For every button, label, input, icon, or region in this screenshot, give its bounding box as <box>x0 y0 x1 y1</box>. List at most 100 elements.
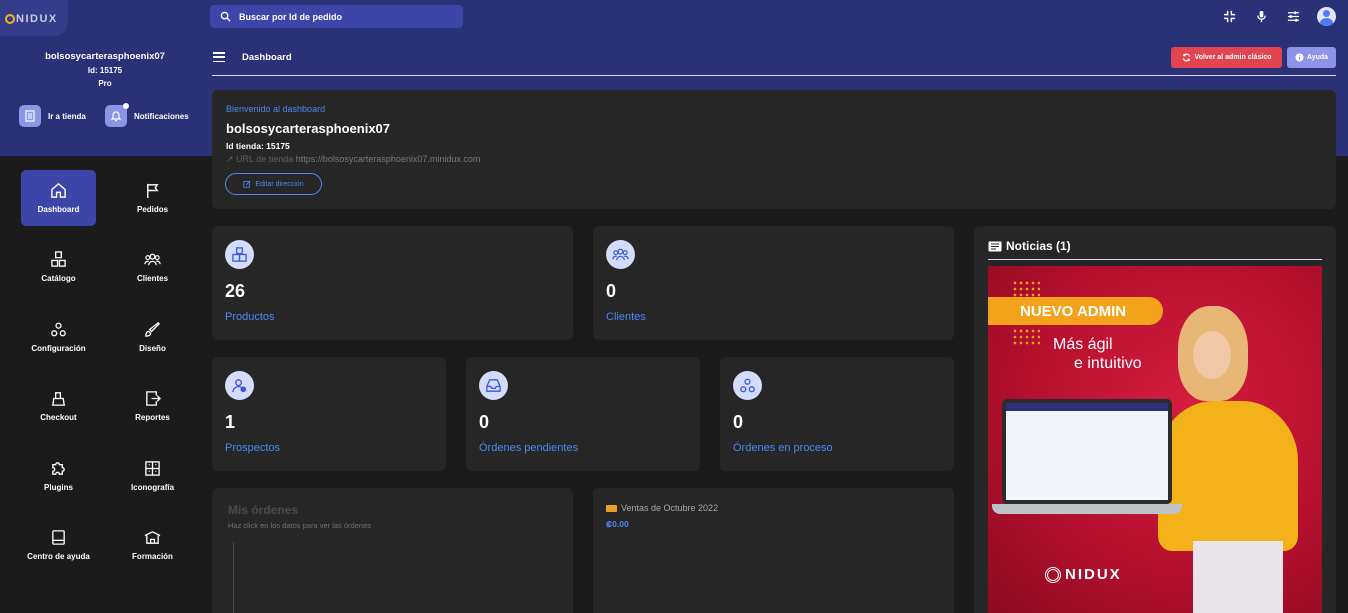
stat-card-clients[interactable]: 0 Clientes <box>593 226 954 340</box>
news-title-text: Noticias (1) <box>1006 239 1071 253</box>
bell-icon <box>105 103 129 127</box>
compress-icon[interactable] <box>1221 9 1237 25</box>
stat-label[interactable]: Prospectos <box>225 442 280 454</box>
edit-address-button[interactable]: Editar dirección <box>225 173 322 195</box>
sidebar-item-dashboard[interactable]: Dashboard <box>21 170 96 226</box>
avatar[interactable] <box>1317 7 1336 26</box>
store-icon <box>19 105 41 127</box>
boxes-icon <box>51 251 66 267</box>
grid-icon <box>145 461 160 476</box>
sales-title: Ventas de Octubre 2022 <box>606 503 718 513</box>
external-link-icon: ↗ <box>226 154 234 164</box>
sales-title-text: Ventas de Octubre 2022 <box>621 503 719 513</box>
banner-tagline-2: e intuitivo <box>1074 355 1142 372</box>
money-icon <box>606 504 617 512</box>
banner-brand-text: NIDUX <box>1065 566 1122 583</box>
search-bar[interactable] <box>210 5 463 28</box>
laptop-image <box>1002 399 1172 504</box>
microphone-icon[interactable] <box>1253 9 1269 25</box>
book-icon <box>52 530 65 545</box>
welcome-store-name: bolsosycarterasphoenix07 <box>226 121 391 136</box>
stat-label[interactable]: Productos <box>225 311 275 323</box>
users-icon <box>606 240 635 269</box>
users-icon <box>144 253 161 266</box>
store-plan: Pro <box>98 79 112 88</box>
register-icon <box>51 392 66 406</box>
sidebar-item-centro-de-ayuda[interactable]: Centro de ayuda <box>21 517 96 573</box>
sidebar-item-reportes[interactable]: Reportes <box>115 378 190 434</box>
sidebar-item-checkout[interactable]: Checkout <box>21 378 96 434</box>
sidebar-nav: Dashboard Pedidos Catálogo Clientes Conf… <box>0 156 212 613</box>
sales-card: Ventas de Octubre 2022 ₡0.00 <box>593 488 954 613</box>
orders-chart-subtitle: Haz click en los datos para ver las órde… <box>228 521 371 530</box>
store-name: bolsosycarterasphoenix07 <box>45 51 165 62</box>
sidebar-item-label: Checkout <box>40 413 77 422</box>
nodes-icon <box>733 371 762 400</box>
edit-icon <box>243 180 251 188</box>
refresh-icon <box>1182 53 1190 62</box>
stat-value: 0 <box>606 281 617 301</box>
sidebar-item-clientes[interactable]: Clientes <box>115 239 190 295</box>
stat-value: 0 <box>733 412 744 432</box>
stat-card-prospects[interactable]: 1 Prospectos <box>212 357 446 471</box>
classic-admin-button[interactable]: Volver al admin clásico <box>1171 47 1282 68</box>
classic-admin-label: Volver al admin clásico <box>1194 54 1272 61</box>
sidebar-item-configuracion[interactable]: Configuración <box>21 309 96 365</box>
banner-tagline-1: Más ágil <box>1053 336 1113 353</box>
stat-label[interactable]: Clientes <box>606 311 646 323</box>
sidebar-item-pedidos[interactable]: Pedidos <box>115 170 190 226</box>
decorative-dots <box>1012 328 1040 346</box>
search-input[interactable] <box>239 11 449 22</box>
stat-card-pending-orders[interactable]: 0 Órdenes pendientes <box>466 357 700 471</box>
stat-card-products[interactable]: 26 Productos <box>212 226 573 340</box>
go-to-store-button[interactable]: Ir a tienda <box>19 105 86 127</box>
flag-icon <box>147 183 159 199</box>
chart-axis <box>233 542 234 613</box>
sidebar-item-label: Iconografía <box>130 483 175 492</box>
nodes-icon <box>51 322 66 337</box>
brush-icon <box>145 322 161 337</box>
sidebar-item-formacion[interactable]: Formación <box>115 517 190 573</box>
sidebar-item-label: Pedidos <box>136 205 169 214</box>
newspaper-icon <box>988 241 1002 251</box>
sidebar-item-iconografia[interactable]: Iconografía <box>115 448 190 504</box>
sidebar-item-label: Reportes <box>135 413 170 422</box>
stat-value: 0 <box>479 412 490 432</box>
news-title: Noticias (1) <box>988 239 1071 253</box>
sidebar-item-catalogo[interactable]: Catálogo <box>21 239 96 295</box>
menu-icon[interactable] <box>213 52 225 62</box>
store-url-value[interactable]: https://bolsosycarterasphoenix07.minidux… <box>296 154 481 164</box>
logo-text: NIDUX <box>16 13 58 25</box>
puzzle-icon <box>52 462 65 475</box>
stat-value: 1 <box>225 412 236 432</box>
news-banner[interactable]: NUEVO ADMIN Más ágil e intuitivo NIDUX <box>988 266 1322 613</box>
search-icon <box>220 11 231 22</box>
sliders-icon[interactable] <box>1285 9 1301 25</box>
stat-label[interactable]: Órdenes pendientes <box>479 442 578 454</box>
report-icon <box>146 391 161 406</box>
logo-ring-icon <box>5 14 15 24</box>
top-bar <box>0 0 1348 36</box>
stat-label[interactable]: Órdenes en proceso <box>733 442 833 454</box>
person-jeans <box>1193 541 1283 613</box>
orders-chart-card: Mis órdenes Haz click en los datos para … <box>212 488 573 613</box>
sidebar-item-plugins[interactable]: Plugins <box>21 448 96 504</box>
header-divider <box>212 75 1336 76</box>
sidebar-item-label: Clientes <box>136 274 169 283</box>
notification-dot <box>123 103 129 109</box>
sidebar-item-label: Centro de ayuda <box>27 552 90 561</box>
edit-address-label: Editar dirección <box>255 180 304 188</box>
decorative-dots <box>1012 280 1040 298</box>
logo[interactable]: NIDUX <box>0 0 68 38</box>
sidebar-item-label: Catálogo <box>41 274 76 283</box>
inbox-icon <box>479 371 508 400</box>
help-button[interactable]: Ayuda <box>1287 47 1336 68</box>
notifications-label: Notificaciones <box>134 111 189 121</box>
news-card: Noticias (1) NUEVO ADMIN Más ágil e intu… <box>974 226 1336 613</box>
notifications-button[interactable]: Notificaciones <box>105 103 189 127</box>
sidebar-item-label: Configuración <box>31 344 86 353</box>
school-icon <box>144 531 161 544</box>
stat-card-orders-in-process[interactable]: 0 Órdenes en proceso <box>720 357 954 471</box>
sidebar-item-diseno[interactable]: Diseño <box>115 309 190 365</box>
orders-chart-title: Mis órdenes <box>228 503 299 517</box>
